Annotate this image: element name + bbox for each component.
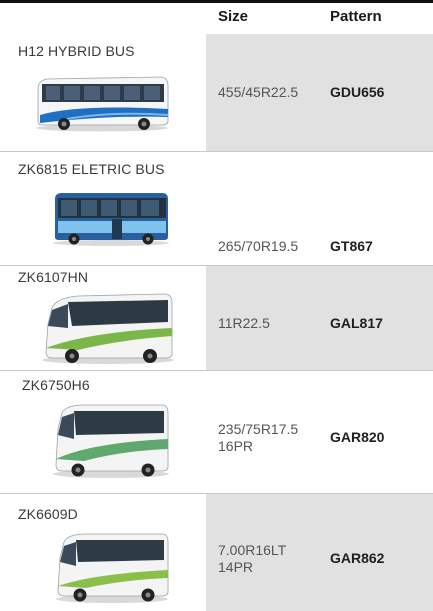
coach-bus-icon [42, 293, 174, 364]
tread-pattern: GAL817 [330, 315, 383, 331]
coach-bus-icon [53, 404, 169, 478]
tire-size: 455/45R22.5 [218, 84, 299, 100]
bus-model-name: H12 HYBRID BUS [18, 43, 135, 59]
table-row: ZK6815 ELETRIC BUS 265/70R19.5 GT867 [0, 152, 433, 265]
bus-model-name: ZK6609D [18, 506, 78, 522]
hybrid-city-bus-icon [36, 76, 169, 132]
bus-model-name: ZK6107HN [18, 269, 89, 285]
top-rule [0, 0, 433, 3]
table-row: ZK6609D 7.00R16LT 14PR GAR862 [0, 494, 433, 611]
column-header-pattern: Pattern [330, 8, 382, 25]
table-row: H12 HYBRID BUS 455/45R22.5 GDU656 [0, 34, 433, 151]
minibus-coach-icon [56, 533, 169, 603]
tread-pattern: GT867 [330, 238, 373, 254]
tire-size: 7.00R16LT 14PR [218, 542, 286, 575]
table-row: ZK6107HN 11R22.5 GAL817 [0, 266, 433, 370]
tire-size: 11R22.5 [218, 315, 270, 331]
tread-pattern: GAR862 [330, 550, 385, 566]
electric-city-bus-icon [53, 193, 169, 246]
tire-size: 265/70R19.5 [218, 238, 299, 254]
column-header-size: Size [218, 8, 249, 25]
table-row: ZK6750H6 235/75R17.5 16PR GAR820 [0, 371, 433, 493]
tread-pattern: GDU656 [330, 84, 385, 100]
bus-model-name: ZK6815 ELETRIC BUS [18, 161, 165, 177]
tread-pattern: GAR820 [330, 429, 385, 445]
bus-model-name: ZK6750H6 [22, 377, 90, 393]
tire-size: 235/75R17.5 16PR [218, 421, 299, 454]
